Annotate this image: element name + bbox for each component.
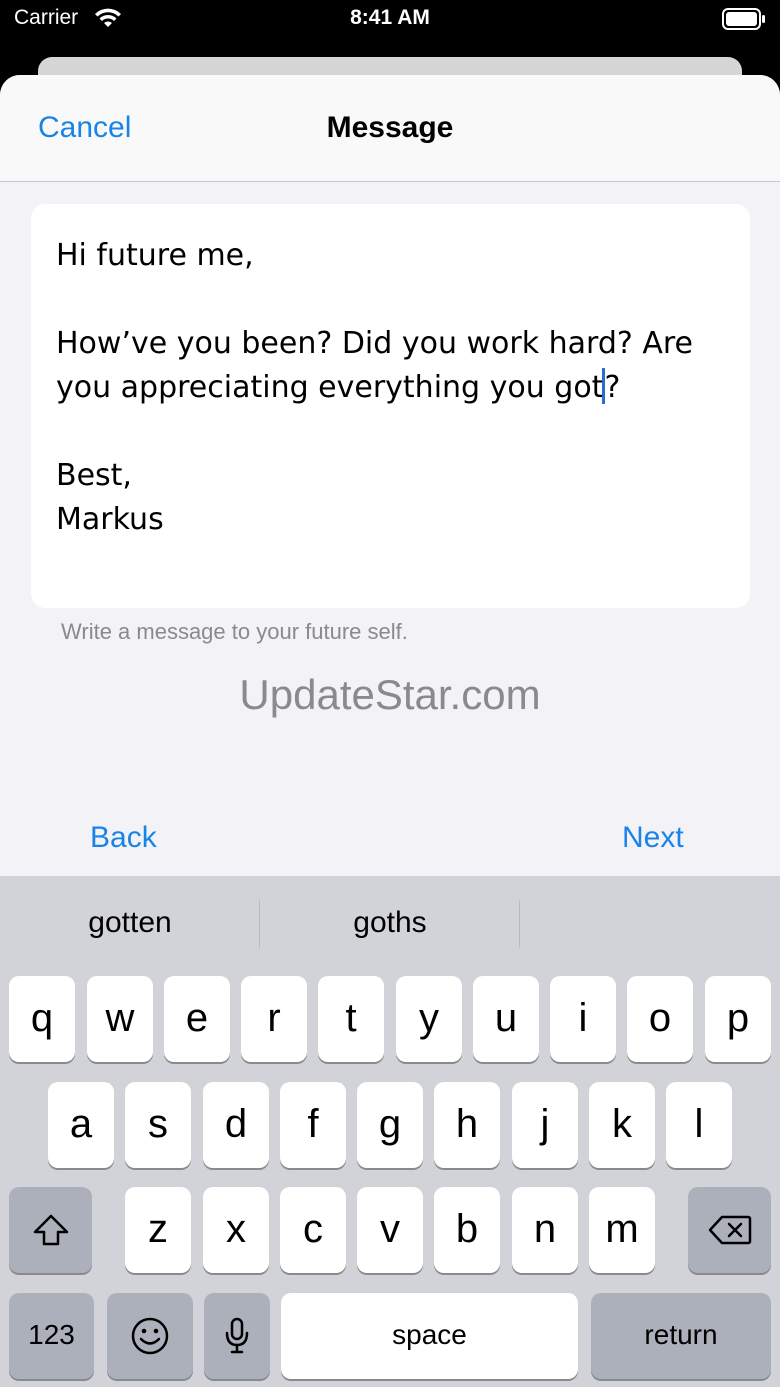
suggestion-2[interactable]: goths bbox=[260, 906, 520, 940]
status-bar: Carrier 8:41 AM bbox=[0, 0, 780, 40]
key-a[interactable]: a bbox=[48, 1082, 114, 1168]
keyboard: gotten goths q w e r t y u i o p a s d f… bbox=[0, 876, 780, 1387]
key-d[interactable]: d bbox=[203, 1082, 269, 1168]
key-s[interactable]: s bbox=[125, 1082, 191, 1168]
page-title: Message bbox=[326, 111, 454, 144]
key-e[interactable]: e bbox=[164, 976, 230, 1062]
key-m[interactable]: m bbox=[589, 1187, 655, 1273]
microphone-key[interactable] bbox=[204, 1293, 270, 1379]
key-z[interactable]: z bbox=[125, 1187, 191, 1273]
suggestion-1[interactable]: gotten bbox=[0, 906, 260, 940]
key-o[interactable]: o bbox=[627, 976, 693, 1062]
message-text[interactable]: Hi future me, How’ve you been? Did you w… bbox=[56, 234, 736, 542]
key-w[interactable]: w bbox=[87, 976, 153, 1062]
suggestion-divider bbox=[519, 900, 520, 948]
message-text-area[interactable]: Hi future me, How’ve you been? Did you w… bbox=[31, 204, 750, 608]
key-j[interactable]: j bbox=[512, 1082, 578, 1168]
clock: 8:41 AM bbox=[350, 6, 430, 29]
key-c[interactable]: c bbox=[280, 1187, 346, 1273]
key-r[interactable]: r bbox=[241, 976, 307, 1062]
key-v[interactable]: v bbox=[357, 1187, 423, 1273]
battery-icon bbox=[722, 8, 765, 30]
key-k[interactable]: k bbox=[589, 1082, 655, 1168]
emoji-key[interactable] bbox=[107, 1293, 193, 1379]
microphone-icon bbox=[225, 1317, 249, 1354]
return-key[interactable]: return bbox=[591, 1293, 771, 1379]
key-b[interactable]: b bbox=[434, 1187, 500, 1273]
key-h[interactable]: h bbox=[434, 1082, 500, 1168]
delete-key[interactable] bbox=[688, 1187, 771, 1273]
shift-key[interactable] bbox=[9, 1187, 92, 1273]
key-g[interactable]: g bbox=[357, 1082, 423, 1168]
key-f[interactable]: f bbox=[280, 1082, 346, 1168]
emoji-icon bbox=[131, 1317, 169, 1355]
key-i[interactable]: i bbox=[550, 976, 616, 1062]
shift-icon bbox=[33, 1214, 68, 1246]
back-button[interactable]: Back bbox=[90, 821, 157, 855]
key-p[interactable]: p bbox=[705, 976, 771, 1062]
space-key[interactable]: space bbox=[281, 1293, 578, 1379]
next-button[interactable]: Next bbox=[622, 821, 684, 855]
key-u[interactable]: u bbox=[473, 976, 539, 1062]
key-x[interactable]: x bbox=[203, 1187, 269, 1273]
delete-icon bbox=[708, 1215, 751, 1245]
numbers-key[interactable]: 123 bbox=[9, 1293, 94, 1379]
message-hint: Write a message to your future self. bbox=[61, 619, 408, 644]
key-t[interactable]: t bbox=[318, 976, 384, 1062]
key-l[interactable]: l bbox=[666, 1082, 732, 1168]
watermark: UpdateStar.com bbox=[239, 671, 541, 718]
navigation-bar: Cancel Message bbox=[0, 75, 780, 182]
key-y[interactable]: y bbox=[396, 976, 462, 1062]
key-n[interactable]: n bbox=[512, 1187, 578, 1273]
key-q[interactable]: q bbox=[9, 976, 75, 1062]
